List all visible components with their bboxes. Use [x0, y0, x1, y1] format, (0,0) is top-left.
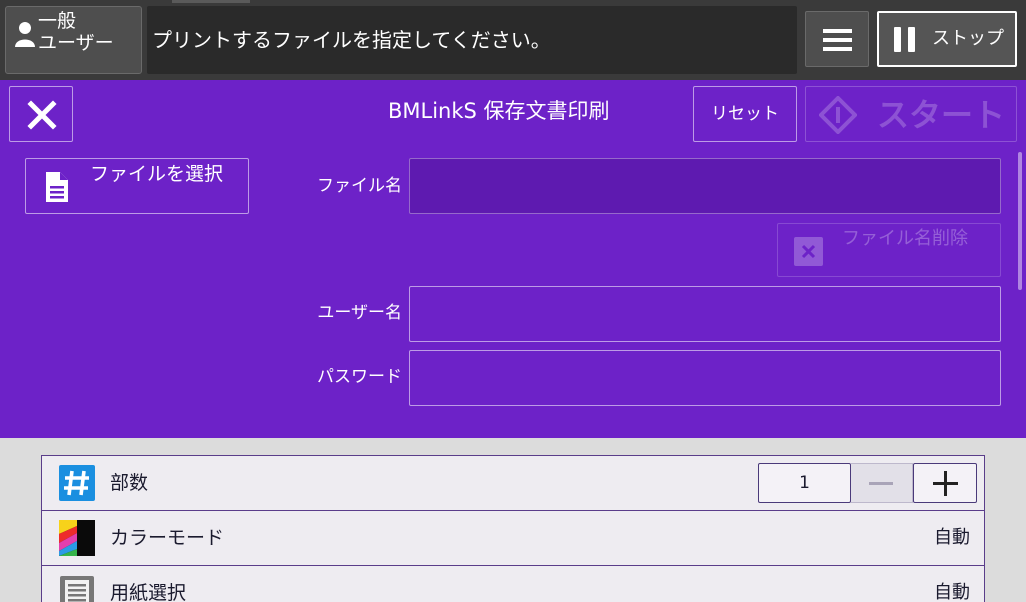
- copies-row: 部数 1: [41, 455, 985, 511]
- paper-select-value: 自動: [934, 582, 970, 602]
- start-diamond-icon: [819, 96, 857, 134]
- delete-filename-button[interactable]: ファイル名削除: [777, 223, 1001, 277]
- delete-box-icon: [794, 237, 823, 266]
- increment-button[interactable]: [913, 463, 977, 503]
- username-label: ユーザー名: [317, 303, 402, 323]
- hash-icon: [59, 465, 95, 501]
- paper-select-label: 用紙選択: [110, 582, 187, 602]
- paper-icon: [60, 576, 94, 602]
- start-button[interactable]: スタート: [805, 86, 1017, 142]
- person-icon: [15, 22, 35, 47]
- color-mode-value: 自動: [934, 527, 970, 548]
- stop-button[interactable]: ストップ: [877, 11, 1017, 67]
- select-file-button[interactable]: ファイルを選択: [25, 158, 249, 214]
- plus-icon-stroke: [944, 471, 947, 496]
- job-panel: BMLinkS 保存文書印刷 リセット スタート ファイルを選択 ファイル名 フ…: [0, 80, 1026, 438]
- paper-select-row[interactable]: 用紙選択 自動: [41, 565, 985, 602]
- user-type-line1: 一般: [38, 10, 77, 32]
- filename-label: ファイル名: [317, 176, 402, 196]
- filename-input[interactable]: [409, 158, 1001, 214]
- pause-icon-bar: [908, 27, 915, 52]
- password-label: パスワード: [317, 367, 402, 387]
- start-label: スタート: [877, 96, 1006, 134]
- close-icon: [27, 100, 57, 130]
- status-message: プリントするファイルを指定してください。: [147, 6, 797, 74]
- stop-label: ストップ: [932, 28, 1004, 49]
- decrement-button[interactable]: [851, 463, 913, 503]
- password-input[interactable]: [409, 350, 1001, 406]
- delete-filename-label: ファイル名削除: [842, 228, 968, 249]
- minus-icon: [869, 482, 893, 485]
- user-type-line2: ユーザー: [38, 32, 114, 54]
- page-title: BMLinkS 保存文書印刷: [388, 99, 610, 123]
- top-tick: [172, 0, 250, 3]
- scrollbar[interactable]: [1018, 152, 1022, 290]
- pause-icon: [894, 27, 901, 52]
- color-mode-row[interactable]: カラーモード 自動: [41, 510, 985, 566]
- select-file-label: ファイルを選択: [90, 163, 224, 185]
- menu-icon-bar: [823, 47, 852, 51]
- copies-value[interactable]: 1: [758, 463, 851, 503]
- top-bar: 一般 ユーザー プリントするファイルを指定してください。 ストップ: [0, 0, 1026, 80]
- copies-label: 部数: [110, 472, 149, 494]
- settings-list: 部数 1 カラーモード 自動 用紙選択 自動: [0, 438, 1026, 602]
- color-mode-label: カラーモード: [110, 527, 225, 549]
- menu-icon: [823, 29, 852, 33]
- reset-button[interactable]: リセット: [693, 86, 797, 142]
- menu-icon-bar: [823, 38, 852, 42]
- user-button[interactable]: 一般 ユーザー: [5, 6, 142, 74]
- menu-button[interactable]: [805, 11, 869, 67]
- color-mode-icon: [59, 520, 95, 556]
- document-icon: [46, 172, 68, 202]
- username-input[interactable]: [409, 286, 1001, 342]
- close-button[interactable]: [9, 86, 73, 142]
